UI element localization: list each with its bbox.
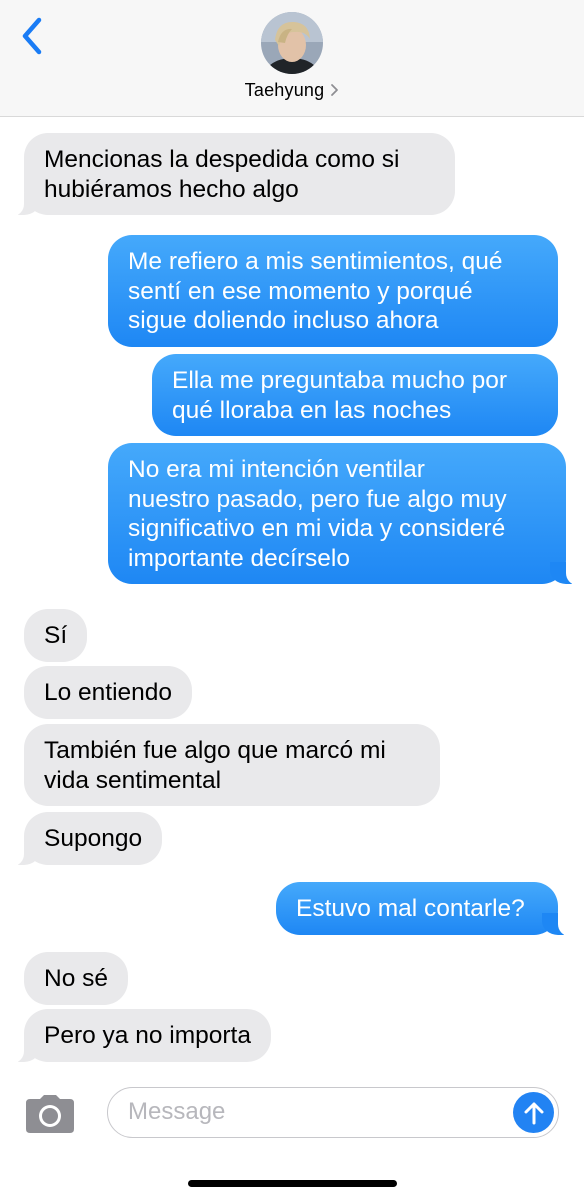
message-text-line: significativo en mi vida y consideré bbox=[128, 515, 506, 542]
message-text-line: Pero ya no importa bbox=[44, 1022, 251, 1049]
message-bubble-incoming[interactable]: Pero ya no importa bbox=[10, 1009, 271, 1062]
message-bubble-incoming[interactable]: Lo entiendo bbox=[24, 666, 193, 719]
message-bubble-outgoing[interactable]: Me refiero a mis sentimientos, qué sentí… bbox=[108, 235, 558, 347]
message-text-line: importante decírselo bbox=[128, 544, 350, 572]
message-text-line: También fue algo que marcó mi bbox=[44, 737, 386, 764]
message-text-line: sigue doliendo incluso ahora bbox=[128, 307, 439, 334]
message-text-line: Ella me preguntaba mucho por bbox=[172, 367, 508, 394]
message-text-line: Mencionas la despedida como si bbox=[44, 146, 400, 173]
message-text-line: Me refiero a mis sentimientos, qué bbox=[128, 248, 503, 275]
message-text-line: Sí bbox=[44, 622, 68, 649]
home-indicator bbox=[188, 1180, 397, 1187]
message-bubble-incoming[interactable]: Sí bbox=[24, 609, 88, 662]
message-text-line: qué lloraba en las noches bbox=[172, 396, 452, 424]
message-bubble-outgoing[interactable]: No era mi intención ventilar nuestro pas… bbox=[108, 443, 580, 585]
message-composer bbox=[107, 1087, 559, 1138]
message-text-line: Supongo bbox=[44, 825, 143, 852]
message-text-line: No sé bbox=[44, 965, 109, 992]
send-button[interactable] bbox=[513, 1092, 554, 1133]
message-text-line: Estuvo mal contarle? bbox=[296, 895, 525, 922]
message-bubble-outgoing[interactable]: Ella me preguntaba mucho por qué lloraba… bbox=[152, 354, 558, 436]
message-input[interactable] bbox=[128, 1088, 498, 1136]
contact-name: Taehyung bbox=[244, 79, 325, 100]
message-text-line: nuestro pasado, pero fue algo muy bbox=[128, 485, 507, 513]
chevron-left-icon bbox=[22, 17, 42, 55]
message-text-line: No era mi intención ventilar bbox=[128, 456, 425, 483]
message-bubble-incoming[interactable]: Supongo bbox=[9, 812, 163, 865]
message-bubble-incoming[interactable]: También fue algo que marcó mi vida senti… bbox=[24, 724, 440, 806]
message-text-line: Lo entiendo bbox=[44, 679, 173, 706]
conversation-header: Taehyung bbox=[0, 0, 584, 117]
message-text-line: vida sentimental bbox=[44, 766, 222, 794]
back-button[interactable] bbox=[16, 16, 48, 56]
message-text-line: hubiéramos hecho algo bbox=[44, 175, 299, 203]
chevron-right-icon bbox=[330, 83, 339, 97]
camera-icon bbox=[26, 1095, 74, 1133]
message-bubble-incoming[interactable]: Mencionas la despedida como si hubiéramo… bbox=[10, 133, 455, 216]
contact-name-button[interactable]: Taehyung bbox=[0, 78, 584, 102]
arrow-up-icon bbox=[524, 1102, 543, 1124]
contact-avatar[interactable] bbox=[261, 12, 323, 74]
message-bubble-incoming[interactable]: No sé bbox=[24, 952, 129, 1005]
camera-button[interactable] bbox=[24, 1094, 76, 1134]
message-bubble-outgoing[interactable]: Estuvo mal contarle? bbox=[276, 882, 572, 935]
message-text-line: sentí en ese momento y porqué bbox=[128, 277, 473, 305]
